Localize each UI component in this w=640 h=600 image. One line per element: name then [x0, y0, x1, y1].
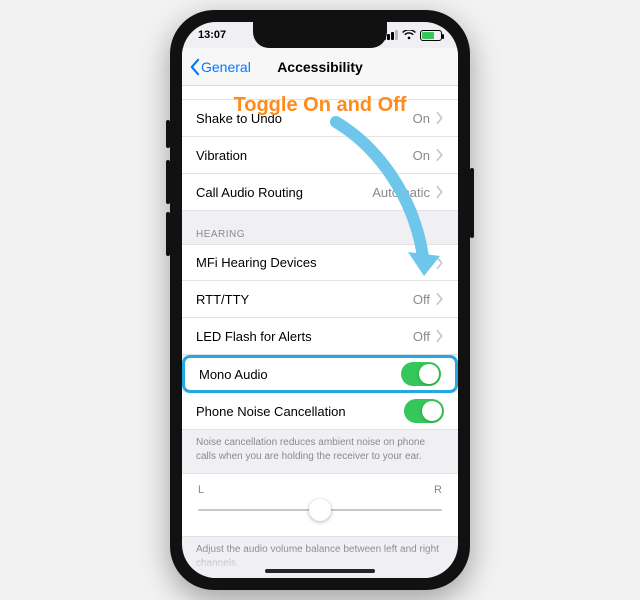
status-time: 13:07	[198, 29, 226, 41]
row-label: Vibration	[196, 148, 247, 163]
chevron-right-icon	[436, 257, 444, 269]
iphone-frame: 13:07 General Accessibility Shake to Und…	[170, 10, 470, 590]
slider-thumb[interactable]	[309, 499, 331, 521]
row-value: On	[413, 111, 430, 126]
partial-row-top	[182, 86, 458, 100]
row-mono-audio[interactable]: Mono Audio	[182, 355, 458, 393]
section-footer-noise: Noise cancellation reduces ambient noise…	[182, 430, 458, 465]
row-label: Shake to Undo	[196, 111, 282, 126]
row-rtt-tty[interactable]: RTT/TTY Off	[182, 281, 458, 318]
battery-icon	[420, 30, 442, 41]
chevron-right-icon	[436, 186, 444, 198]
row-label: Phone Noise Cancellation	[196, 404, 346, 419]
balance-slider-row: L R	[182, 473, 458, 537]
row-label: Call Audio Routing	[196, 185, 303, 200]
volume-up-button	[166, 160, 170, 204]
chevron-right-icon	[436, 149, 444, 161]
back-label: General	[201, 59, 251, 75]
row-mfi-hearing-devices[interactable]: MFi Hearing Devices	[182, 244, 458, 281]
row-label: Mono Audio	[199, 367, 268, 382]
balance-right-label: R	[434, 484, 442, 496]
row-phone-noise-cancellation[interactable]: Phone Noise Cancellation	[182, 393, 458, 430]
balance-left-label: L	[198, 484, 204, 496]
row-value: Off	[413, 329, 430, 344]
nav-bar: General Accessibility	[182, 48, 458, 86]
mono-audio-toggle[interactable]	[401, 362, 441, 386]
chevron-left-icon	[188, 58, 201, 76]
chevron-right-icon	[436, 330, 444, 342]
balance-slider[interactable]	[198, 500, 442, 520]
noise-cancellation-toggle[interactable]	[404, 399, 444, 423]
row-value: Off	[413, 292, 430, 307]
home-indicator[interactable]	[265, 569, 375, 573]
row-value: Automatic	[372, 185, 430, 200]
row-shake-to-undo[interactable]: Shake to Undo On	[182, 100, 458, 137]
screen: 13:07 General Accessibility Shake to Und…	[182, 22, 458, 578]
section-footer-balance: Adjust the audio volume balance between …	[182, 537, 458, 572]
wifi-icon	[402, 30, 416, 40]
settings-list[interactable]: Shake to Undo On Vibration On Call Audio…	[182, 86, 458, 578]
row-led-flash-for-alerts[interactable]: LED Flash for Alerts Off	[182, 318, 458, 355]
back-button[interactable]: General	[188, 58, 251, 76]
row-label: RTT/TTY	[196, 292, 249, 307]
volume-down-button	[166, 212, 170, 256]
chevron-right-icon	[436, 293, 444, 305]
row-label: LED Flash for Alerts	[196, 329, 312, 344]
row-label: MFi Hearing Devices	[196, 255, 317, 270]
section-header-hearing: HEARING	[182, 211, 458, 244]
chevron-right-icon	[436, 112, 444, 124]
row-call-audio-routing[interactable]: Call Audio Routing Automatic	[182, 174, 458, 211]
notch	[253, 22, 387, 48]
row-vibration[interactable]: Vibration On	[182, 137, 458, 174]
row-value: On	[413, 148, 430, 163]
page-title: Accessibility	[277, 59, 363, 75]
mute-switch	[166, 120, 170, 148]
side-button	[470, 168, 474, 238]
